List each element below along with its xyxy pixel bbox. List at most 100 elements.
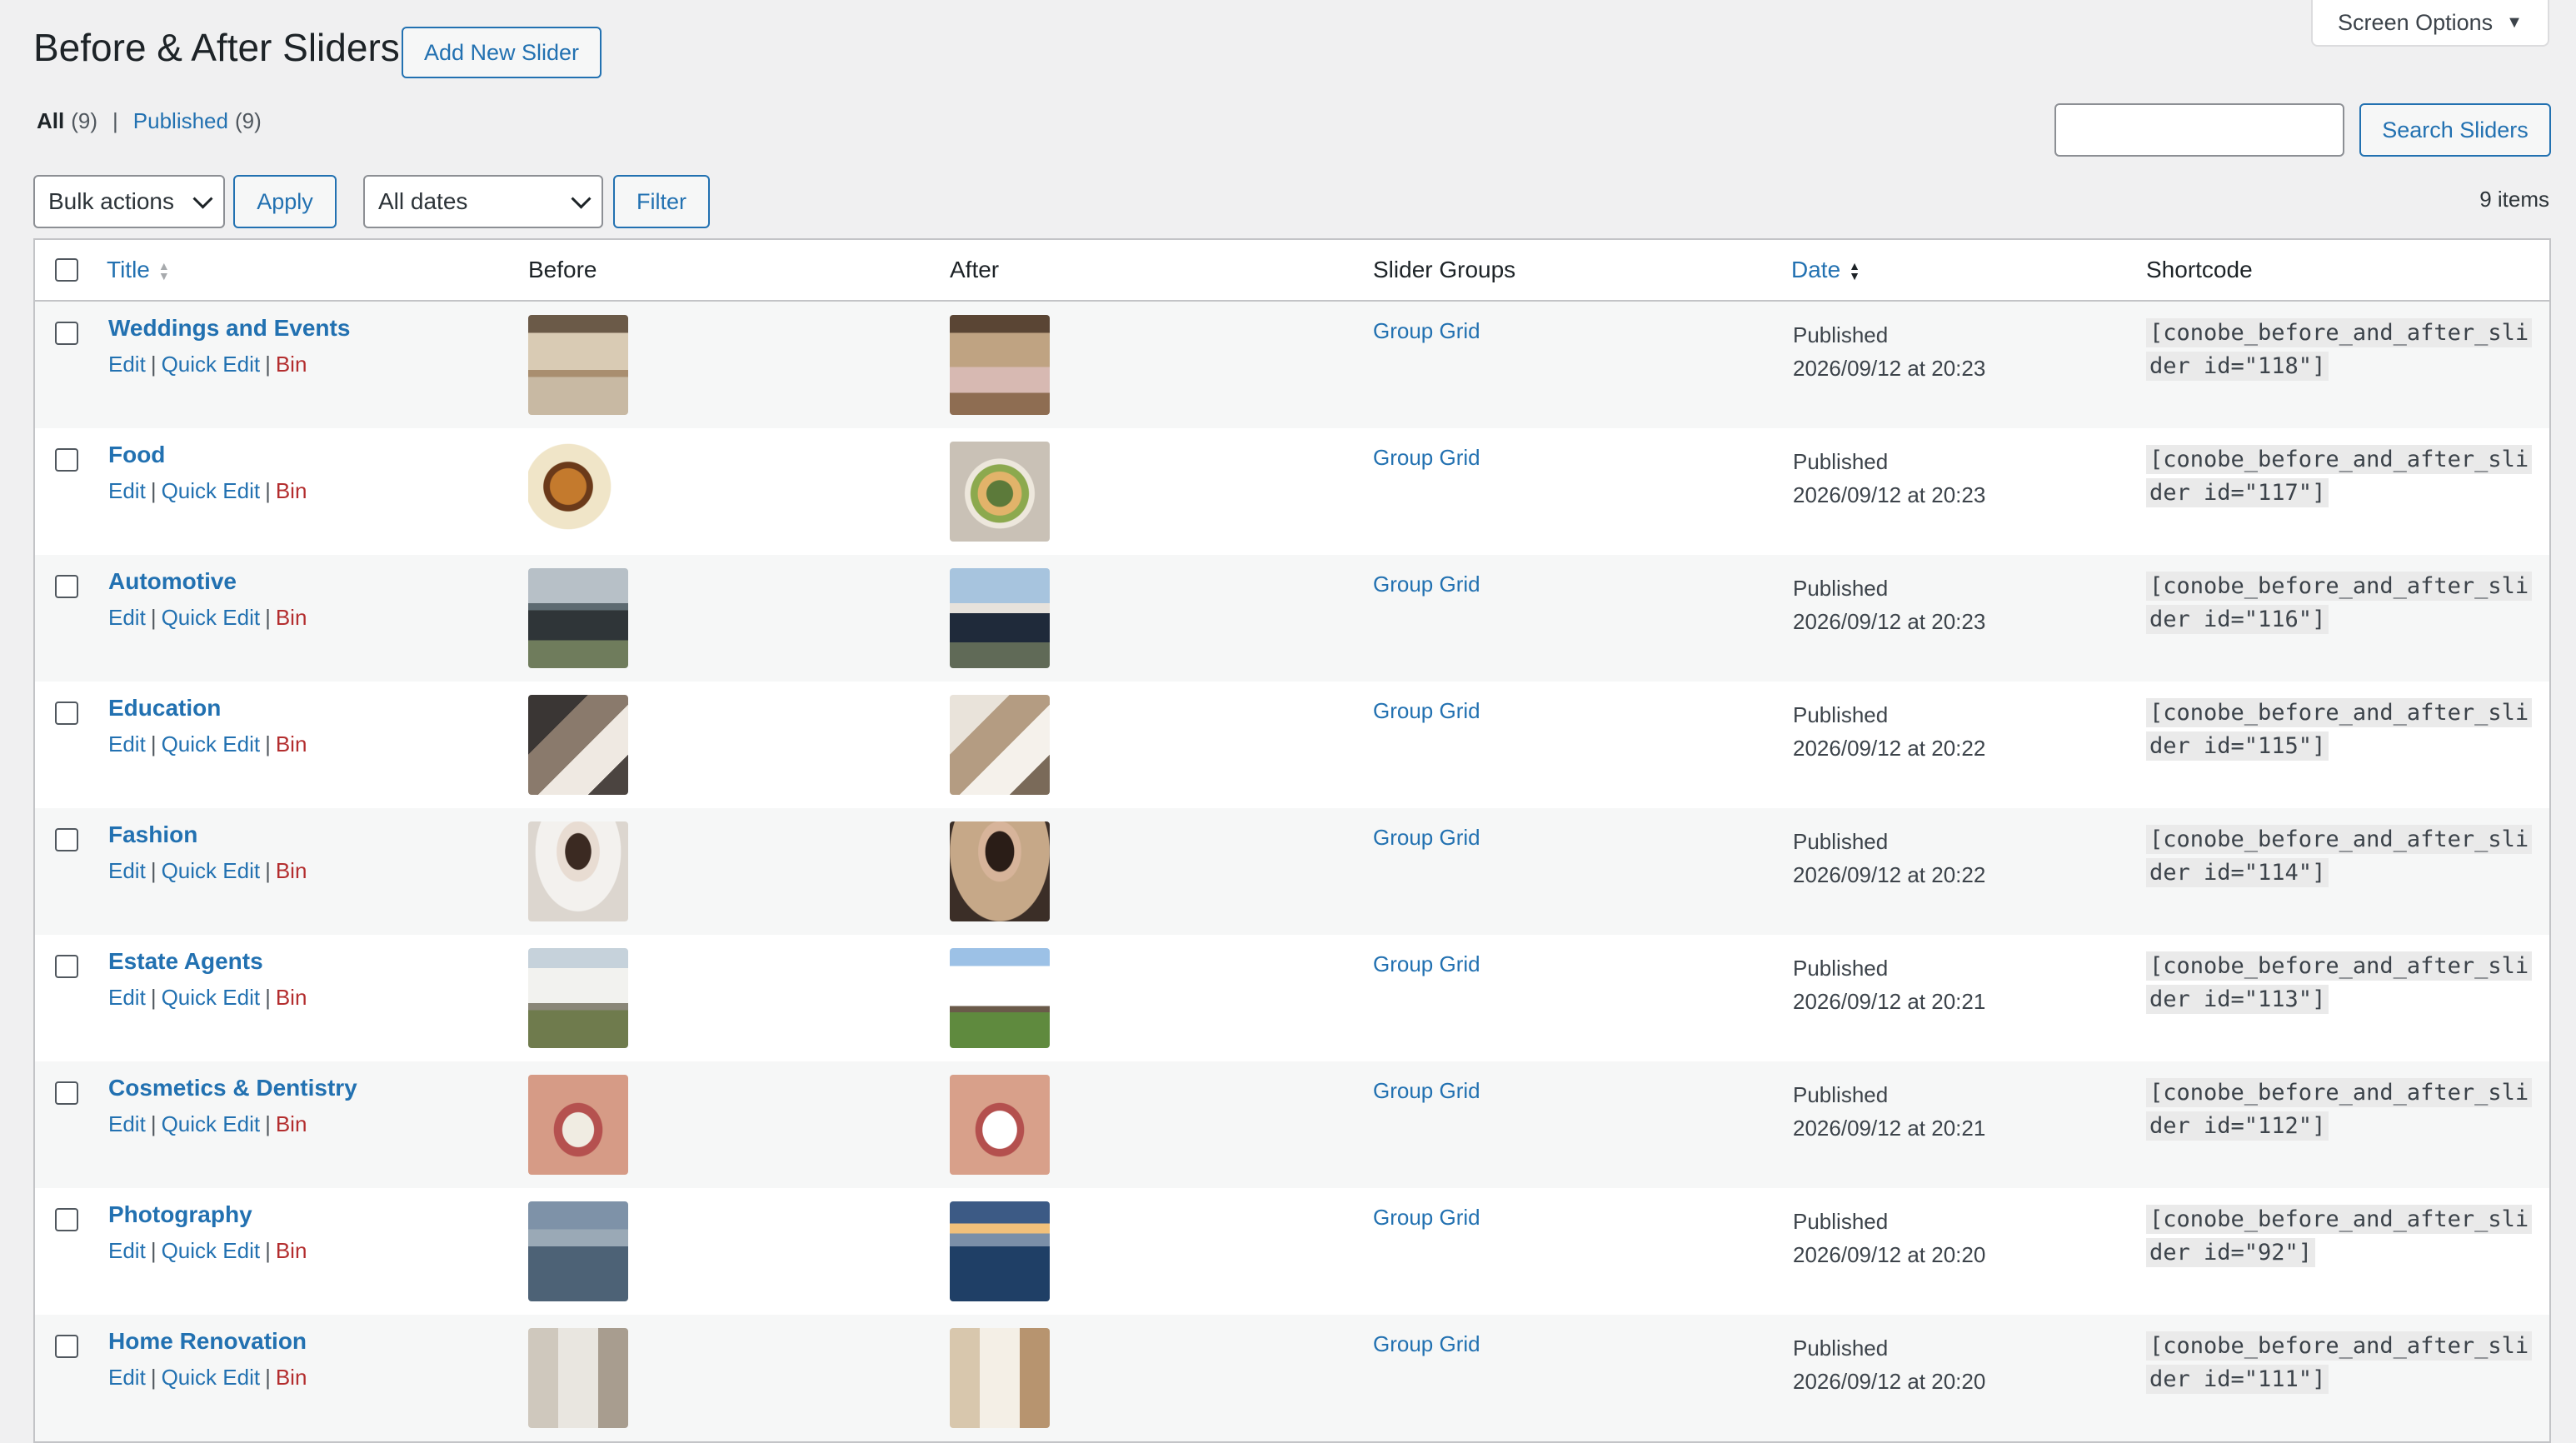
edit-link[interactable]: Edit bbox=[108, 1365, 146, 1391]
row-action-separator: | bbox=[265, 478, 271, 503]
row-checkbox[interactable] bbox=[55, 828, 78, 851]
dates-filter-value: All dates bbox=[378, 188, 468, 214]
shortcode-cell: [conobe_before_and_after_slider id="116"… bbox=[2146, 570, 2538, 637]
add-new-slider-button[interactable]: Add New Slider bbox=[402, 27, 602, 78]
screen-options-button[interactable]: Screen Options ▼ bbox=[2311, 0, 2549, 47]
apply-button[interactable]: Apply bbox=[233, 175, 337, 228]
quick-edit-link[interactable]: Quick Edit bbox=[162, 985, 261, 1011]
edit-link[interactable]: Edit bbox=[108, 352, 146, 377]
table-row: Fashion Edit | Quick Edit | Bin Group Gr… bbox=[35, 808, 2549, 935]
table-row: Estate Agents Edit | Quick Edit | Bin Gr… bbox=[35, 935, 2549, 1061]
row-checkbox[interactable] bbox=[55, 702, 78, 725]
status-views: All (9) | Published (9) bbox=[37, 108, 262, 134]
quick-edit-link[interactable]: Quick Edit bbox=[162, 478, 261, 504]
after-thumbnail bbox=[950, 821, 1050, 921]
filter-button[interactable]: Filter bbox=[613, 175, 710, 228]
row-action-separator: | bbox=[150, 478, 157, 503]
row-title-link[interactable]: Photography bbox=[108, 1201, 252, 1228]
view-published-count: (9) bbox=[234, 108, 262, 133]
table-row: Cosmetics & Dentistry Edit | Quick Edit … bbox=[35, 1061, 2549, 1188]
quick-edit-link[interactable]: Quick Edit bbox=[162, 731, 261, 757]
date-cell: Published 2026/09/12 at 20:21 bbox=[1793, 951, 1985, 1018]
view-all-link[interactable]: All bbox=[37, 108, 64, 134]
quick-edit-link[interactable]: Quick Edit bbox=[162, 605, 261, 631]
row-title-link[interactable]: Home Renovation bbox=[108, 1328, 307, 1355]
bin-link[interactable]: Bin bbox=[276, 1365, 307, 1391]
row-action-separator: | bbox=[150, 1111, 157, 1136]
row-checkbox[interactable] bbox=[55, 575, 78, 598]
slider-group-link[interactable]: Group Grid bbox=[1373, 1331, 1480, 1357]
chevron-down-icon bbox=[571, 188, 592, 209]
quick-edit-link[interactable]: Quick Edit bbox=[162, 1238, 261, 1264]
edit-link[interactable]: Edit bbox=[108, 731, 146, 757]
bin-link[interactable]: Bin bbox=[276, 1111, 307, 1137]
bin-link[interactable]: Bin bbox=[276, 858, 307, 884]
table-row: Education Edit | Quick Edit | Bin Group … bbox=[35, 682, 2549, 808]
shortcode-cell: [conobe_before_and_after_slider id="115"… bbox=[2146, 697, 2538, 763]
slider-group-link[interactable]: Group Grid bbox=[1373, 698, 1480, 724]
slider-group-link[interactable]: Group Grid bbox=[1373, 951, 1480, 977]
before-thumbnail bbox=[528, 695, 628, 795]
search-input[interactable] bbox=[2054, 103, 2344, 157]
table-body: Weddings and Events Edit | Quick Edit | … bbox=[35, 302, 2549, 1441]
bin-link[interactable]: Bin bbox=[276, 478, 307, 504]
row-checkbox[interactable] bbox=[55, 955, 78, 978]
quick-edit-link[interactable]: Quick Edit bbox=[162, 352, 261, 377]
edit-link[interactable]: Edit bbox=[108, 605, 146, 631]
bin-link[interactable]: Bin bbox=[276, 731, 307, 757]
edit-link[interactable]: Edit bbox=[108, 1238, 146, 1264]
row-title-link[interactable]: Weddings and Events bbox=[108, 315, 350, 342]
table-row: Automotive Edit | Quick Edit | Bin Group… bbox=[35, 555, 2549, 682]
row-checkbox[interactable] bbox=[55, 448, 78, 472]
edit-link[interactable]: Edit bbox=[108, 1111, 146, 1137]
post-status: Published bbox=[1793, 829, 1889, 854]
edit-link[interactable]: Edit bbox=[108, 858, 146, 884]
bulk-actions-select[interactable]: Bulk actions bbox=[33, 175, 225, 228]
shortcode-text: [conobe_before_and_after_slider id="114"… bbox=[2146, 825, 2533, 887]
row-action-separator: | bbox=[265, 352, 271, 377]
row-title-link[interactable]: Automotive bbox=[108, 568, 237, 595]
quick-edit-link[interactable]: Quick Edit bbox=[162, 1365, 261, 1391]
view-published-link[interactable]: Published bbox=[133, 108, 228, 134]
quick-edit-link[interactable]: Quick Edit bbox=[162, 1111, 261, 1137]
post-date: 2026/09/12 at 20:22 bbox=[1793, 862, 1986, 887]
view-separator: | bbox=[112, 108, 118, 133]
table-header: Title ▲ ▼ Before After Slider Groups Date… bbox=[35, 240, 2549, 302]
row-actions: Edit | Quick Edit | Bin bbox=[108, 858, 307, 884]
row-title-link[interactable]: Cosmetics & Dentistry bbox=[108, 1075, 357, 1101]
shortcode-cell: [conobe_before_and_after_slider id="92"] bbox=[2146, 1203, 2538, 1270]
row-checkbox[interactable] bbox=[55, 322, 78, 345]
column-date-sort[interactable]: Date ▲ ▼ bbox=[1791, 240, 1860, 300]
row-title-link[interactable]: Food bbox=[108, 442, 165, 468]
bin-link[interactable]: Bin bbox=[276, 985, 307, 1011]
after-thumbnail bbox=[950, 1075, 1050, 1175]
bin-link[interactable]: Bin bbox=[276, 1238, 307, 1264]
dates-filter-select[interactable]: All dates bbox=[363, 175, 603, 228]
row-action-separator: | bbox=[265, 1365, 271, 1390]
page-title: Before & After Sliders bbox=[33, 26, 400, 69]
select-all-checkbox[interactable] bbox=[55, 258, 78, 282]
row-actions: Edit | Quick Edit | Bin bbox=[108, 605, 307, 631]
row-title-link[interactable]: Estate Agents bbox=[108, 948, 263, 975]
bin-link[interactable]: Bin bbox=[276, 352, 307, 377]
slider-group-link[interactable]: Group Grid bbox=[1373, 318, 1480, 344]
slider-group-link[interactable]: Group Grid bbox=[1373, 1205, 1480, 1231]
slider-group-link[interactable]: Group Grid bbox=[1373, 825, 1480, 851]
row-title-link[interactable]: Education bbox=[108, 695, 221, 722]
row-checkbox[interactable] bbox=[55, 1208, 78, 1231]
slider-group-link[interactable]: Group Grid bbox=[1373, 445, 1480, 471]
slider-group-link[interactable]: Group Grid bbox=[1373, 1078, 1480, 1104]
search-sliders-button[interactable]: Search Sliders bbox=[2359, 103, 2551, 157]
bin-link[interactable]: Bin bbox=[276, 605, 307, 631]
edit-link[interactable]: Edit bbox=[108, 985, 146, 1011]
column-title-sort[interactable]: Title ▲ ▼ bbox=[107, 240, 170, 300]
post-date: 2026/09/12 at 20:21 bbox=[1793, 989, 1986, 1014]
row-checkbox[interactable] bbox=[55, 1335, 78, 1358]
row-title-link[interactable]: Fashion bbox=[108, 821, 197, 848]
slider-group-link[interactable]: Group Grid bbox=[1373, 572, 1480, 597]
quick-edit-link[interactable]: Quick Edit bbox=[162, 858, 261, 884]
after-thumbnail bbox=[950, 1328, 1050, 1428]
edit-link[interactable]: Edit bbox=[108, 478, 146, 504]
row-checkbox[interactable] bbox=[55, 1081, 78, 1105]
shortcode-cell: [conobe_before_and_after_slider id="114"… bbox=[2146, 823, 2538, 890]
